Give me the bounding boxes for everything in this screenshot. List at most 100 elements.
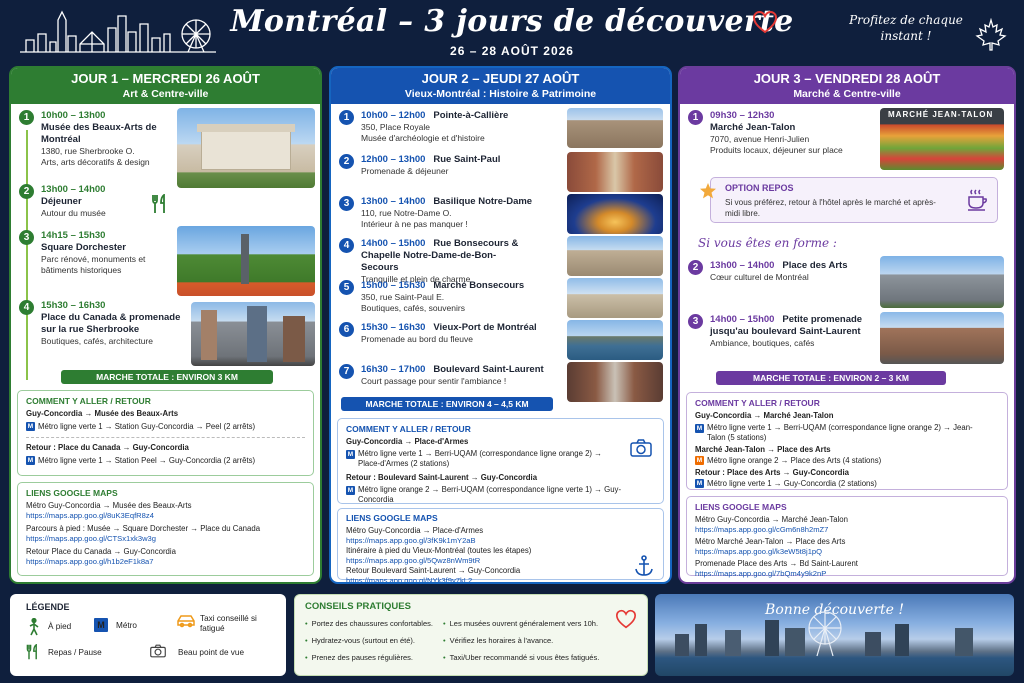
stop-address: 350, Place Royale	[361, 122, 430, 132]
day-3-title: JOUR 3 – VENDREDI 28 AOÛT	[753, 71, 941, 86]
legend-taxi: Taxi conseillé si fatigué	[200, 614, 257, 633]
step-number: 2	[688, 260, 703, 275]
day-1-title: JOUR 1 – MERCREDI 26 AOÛT	[71, 71, 260, 86]
route-title: COMMENT Y ALLER / RETOUR	[26, 396, 151, 406]
metro-icon: M	[94, 618, 108, 632]
day-1-stop-4: 4 15h30 – 16h30 Place du Canada & promen…	[19, 300, 199, 347]
day-1-stop-1: 1 10h00 – 13h00 Musée des Beaux-Arts de …	[19, 110, 199, 168]
stop-address: 7070, avenue Henri-Julien	[710, 134, 810, 144]
day-2-stop-3: 3 13h00 – 14h00 Basilique Notre-Dame 110…	[339, 196, 559, 230]
stop-place: Place du Canada & promenade sur la rue S…	[41, 312, 181, 335]
stop-desc: Musée d'archéologie et d'histoire	[361, 133, 485, 143]
map-link[interactable]: https://maps.app.goo.gl/k3eW5t8j1pQ	[695, 547, 999, 557]
day-1-stop-3: 3 14h15 – 15h30 Square Dorchester Parc r…	[19, 230, 199, 276]
map-link-label: Métro Marché Jean-Talon → Place des Arts	[695, 537, 846, 546]
camera-icon	[630, 439, 652, 457]
map-link[interactable]: https://maps.app.goo.gl/NYk3f9y7kL2	[346, 576, 655, 582]
boulevard-photo	[880, 312, 1004, 364]
map-link-label: Itinéraire à pied du Vieux-Montréal (tou…	[346, 546, 532, 555]
map-link[interactable]: https://maps.app.goo.gl/8uK3EqfR8z4	[26, 511, 305, 521]
route-line: Guy-Concordia → Musée des Beaux-Arts	[26, 409, 179, 418]
pointe-a-calliere-photo	[567, 108, 663, 148]
step-number: 3	[19, 230, 34, 245]
basilique-photo	[567, 194, 663, 234]
step-number: 1	[19, 110, 34, 125]
map-link[interactable]: https://maps.app.goo.gl/3fK9k1mY2aB	[346, 536, 655, 546]
forme-heading: Si vous êtes en forme :	[698, 236, 837, 250]
tips-title: CONSEILS PRATIQUES	[305, 601, 411, 612]
route-line: M Métro ligne verte 1 → Berri-UQAM (corre…	[346, 449, 602, 468]
day-2-stop-5: 5 15h00 – 15h30 Marché Bonsecours 350, r…	[339, 280, 559, 314]
day-3-stop-3: 3 14h00 – 15h00 Petite promenade jusqu'a…	[688, 314, 878, 349]
step-number: 7	[339, 364, 354, 379]
legend-walk: À pied	[48, 622, 72, 631]
legend-photo: Beau point de vue	[178, 648, 245, 657]
metro-icon: M	[26, 422, 35, 432]
route-line: Guy-Concordia → Marché Jean-Talon	[695, 411, 834, 420]
links-title: LIENS GOOGLE MAPS	[26, 488, 118, 498]
marche-bonsecours-photo	[567, 278, 663, 318]
map-link-label: Retour Place du Canada → Guy-Concordia	[26, 547, 176, 556]
tip-item: Portez des chaussures confortables.	[305, 619, 433, 628]
tip-item: Prenez des pauses régulières.	[305, 653, 413, 662]
stop-time: 13h00 – 14h00 Basilique Notre-Dame	[361, 196, 533, 207]
day-2-route-box: COMMENT Y ALLER / RETOUR Guy-Concordia →…	[337, 418, 664, 504]
legend-meal: Repas / Pause	[48, 648, 102, 657]
map-link[interactable]: https://maps.app.goo.gl/5Qwz8nWm9tR	[346, 556, 655, 566]
vieux-port-photo	[567, 320, 663, 360]
stop-desc: Autour du musée	[41, 208, 106, 218]
map-link[interactable]: https://maps.app.goo.gl/CTSx1xk3w3g	[26, 534, 305, 544]
maple-leaf-icon	[975, 18, 1007, 51]
day-2-stop-4: 4 14h00 – 15h00 Rue Bonsecours & Chapell…	[339, 238, 559, 285]
square-photo	[177, 226, 315, 296]
stop-place: Marché Jean-Talon	[710, 122, 796, 133]
camera-icon	[150, 644, 166, 658]
metro-icon: M	[346, 486, 355, 495]
day-2-stop-7: 7 16h30 – 17h00 Boulevard Saint-Laurent …	[339, 364, 559, 387]
taxi-icon	[177, 615, 195, 628]
route-line: M Métro ligne verte 1 → Station Peel → Gu…	[26, 456, 256, 466]
day-1-route-box: COMMENT Y ALLER / RETOUR Guy-Concordia →…	[17, 390, 314, 476]
fork-knife-icon	[152, 194, 165, 213]
day-1-total-distance: MARCHE TOTALE : ENVIRON 3 KM	[61, 370, 273, 384]
stop-address: 1380, rue Sherbrooke O.	[41, 146, 135, 156]
day-2-total-distance: MARCHE TOTALE : ENVIRON 4 – 4,5 KM	[341, 397, 553, 411]
stop-desc: Arts, arts décoratifs & design	[41, 157, 150, 167]
day-1-panel: JOUR 1 – MERCREDI 26 AOÛT Art & Centre-v…	[9, 66, 322, 584]
day-2-stop-2: 2 12h00 – 13h00 Rue Saint-Paul Promenade…	[339, 154, 559, 177]
map-link[interactable]: https://maps.app.goo.gl/h1b2eF1k8a7	[26, 557, 305, 567]
stop-address: 110, rue Notre-Dame O.	[361, 208, 452, 218]
step-number: 2	[339, 154, 354, 169]
stop-time: 12h00 – 13h00 Rue Saint-Paul	[361, 154, 501, 165]
day-1-header: JOUR 1 – MERCREDI 26 AOÛT Art & Centre-v…	[11, 68, 320, 104]
route-title: COMMENT Y ALLER / RETOUR	[695, 398, 820, 408]
ferris-wheel-icon	[808, 611, 842, 657]
metro-icon: M	[26, 456, 35, 466]
map-link-label: Promenade Place des Arts → Bd Saint-Laur…	[695, 559, 858, 568]
route-title: COMMENT Y ALLER / RETOUR	[346, 424, 471, 434]
stop-address: 350, rue Saint-Paul E.	[361, 292, 445, 302]
stop-desc: Intérieur à ne pas manquer !	[361, 219, 468, 229]
route-line: Retour : Place des Arts → Guy-Concordia	[695, 468, 849, 477]
step-number: 3	[688, 314, 703, 329]
route-line: M Métro ligne orange 2 → Place des Arts (…	[695, 456, 882, 466]
map-link[interactable]: https://maps.app.goo.gl/cGm6n8h2mZ7	[695, 525, 999, 535]
stop-place: Musée des Beaux-Arts de Montréal	[41, 122, 157, 145]
stop-place: Vieux-Port de Montréal	[433, 322, 537, 333]
star-icon	[700, 183, 716, 199]
step-number: 4	[19, 300, 34, 315]
stop-place: Boulevard Saint-Laurent	[433, 364, 544, 375]
day-3-route-box: COMMENT Y ALLER / RETOUR Guy-Concordia →…	[686, 392, 1008, 490]
tagline: Profitez de chaque instant !	[849, 13, 963, 43]
map-link-label: Métro Guy-Concordia → Marché Jean-Talon	[695, 515, 848, 524]
place-des-arts-photo	[880, 256, 1004, 308]
stop-desc: Boutiques, cafés, architecture	[41, 336, 153, 346]
map-link[interactable]: https://maps.app.goo.gl/7bQm4y9k2nP	[695, 569, 999, 579]
page-dates: 26 – 28 AOÛT 2026	[450, 44, 574, 58]
header: Montréal – 3 jours de découverte 26 – 28…	[0, 0, 1024, 64]
step-number: 1	[339, 110, 354, 125]
tip-item: Taxi/Uber recommandé si vous êtes fatigu…	[443, 653, 600, 662]
museum-photo	[177, 108, 315, 188]
tip-item: Vérifiez les horaires à l'avance.	[443, 636, 554, 645]
step-number: 3	[339, 196, 354, 211]
